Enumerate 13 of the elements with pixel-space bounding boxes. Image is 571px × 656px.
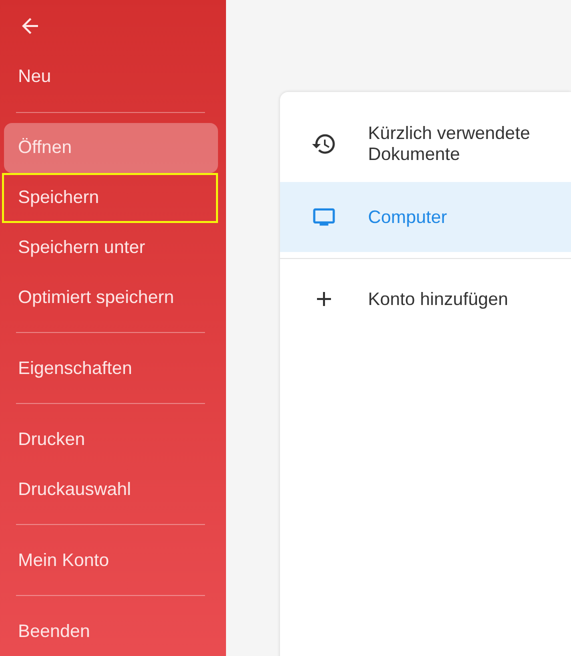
menu-item[interactable]: Öffnen [4, 122, 218, 173]
menu-item[interactable]: Beenden [4, 606, 218, 656]
menu-item[interactable]: Speichern unter [4, 222, 218, 273]
menu-item[interactable]: Mein Konto [4, 535, 218, 586]
menu-item[interactable]: Eigenschaften [4, 343, 218, 394]
menu-item[interactable]: Druckauswahl [4, 464, 218, 514]
location-item[interactable]: Kürzlich verwendete Dokumente [280, 105, 571, 182]
menu-item[interactable]: Drucken [4, 414, 218, 464]
menu-item[interactable]: Optimiert speichern [4, 272, 218, 322]
add-account-item[interactable]: Konto hinzufügen [280, 259, 571, 339]
menu-item[interactable]: Neu [4, 52, 218, 102]
menu-item[interactable]: Speichern [2, 172, 218, 223]
location-item[interactable]: Computer [280, 182, 571, 252]
